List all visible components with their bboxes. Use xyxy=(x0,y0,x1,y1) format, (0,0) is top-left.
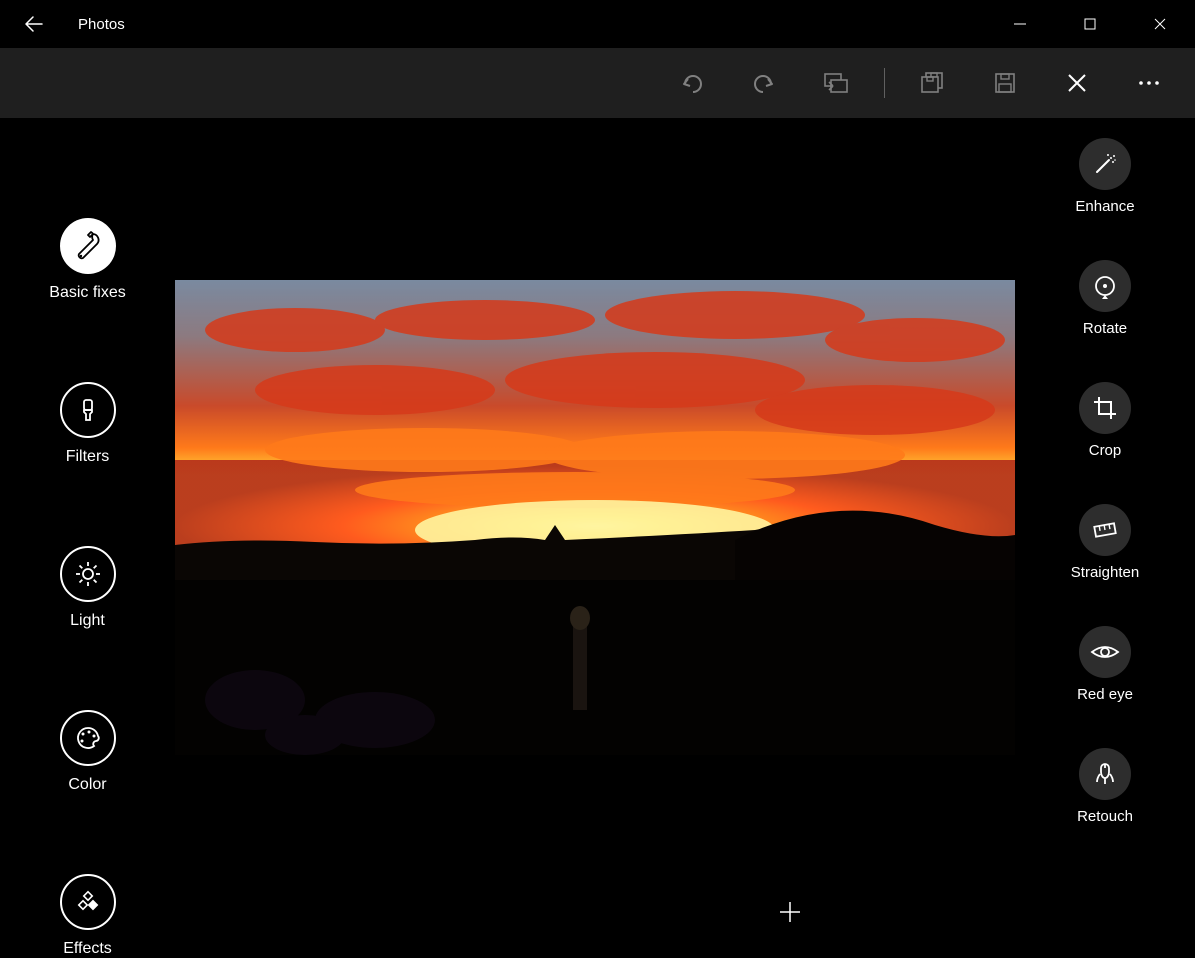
zoom-in-button[interactable] xyxy=(765,887,815,937)
save-icon xyxy=(994,72,1016,94)
palette-icon xyxy=(60,710,116,766)
app-title: Photos xyxy=(78,16,125,33)
tool-rotate[interactable]: Rotate xyxy=(1015,260,1195,337)
rotate-icon xyxy=(1079,260,1131,312)
compare-button[interactable] xyxy=(806,57,866,109)
redo-icon xyxy=(751,70,777,96)
tool-light[interactable]: Light xyxy=(0,546,175,630)
tool-label: Color xyxy=(68,776,106,794)
minimize-icon xyxy=(1014,18,1026,30)
more-button[interactable] xyxy=(1119,57,1179,109)
save-button[interactable] xyxy=(975,57,1035,109)
tool-label: Basic fixes xyxy=(49,284,125,302)
tool-label: Light xyxy=(70,612,105,630)
wand-icon xyxy=(1079,138,1131,190)
photo-canvas[interactable] xyxy=(175,118,1015,947)
tool-label: Crop xyxy=(1089,442,1122,459)
compare-icon xyxy=(823,72,849,94)
brush-icon xyxy=(60,382,116,438)
command-separator xyxy=(884,68,885,98)
tool-straighten[interactable]: Straighten xyxy=(1015,504,1195,581)
tool-enhance[interactable]: Enhance xyxy=(1015,138,1195,215)
tool-effects[interactable]: Effects xyxy=(0,874,175,958)
window-close-button[interactable] xyxy=(1125,0,1195,48)
save-copy-icon xyxy=(921,72,945,94)
window-minimize-button[interactable] xyxy=(985,0,1055,48)
maximize-icon xyxy=(1084,18,1096,30)
cancel-button[interactable] xyxy=(1047,57,1107,109)
crop-icon xyxy=(1079,382,1131,434)
sun-icon xyxy=(60,546,116,602)
tool-label: Straighten xyxy=(1071,564,1139,581)
tool-basic-fixes[interactable]: Basic fixes xyxy=(0,218,175,302)
effects-icon xyxy=(60,874,116,930)
back-arrow-icon xyxy=(24,14,44,34)
save-copy-button[interactable] xyxy=(903,57,963,109)
tool-color[interactable]: Color xyxy=(0,710,175,794)
tool-label: Retouch xyxy=(1077,808,1133,825)
undo-button[interactable] xyxy=(662,57,722,109)
tool-label: Filters xyxy=(66,448,110,466)
back-button[interactable] xyxy=(10,0,58,48)
title-bar: Photos xyxy=(0,0,1195,48)
tool-label: Effects xyxy=(63,940,112,958)
tool-label: Red eye xyxy=(1077,686,1133,703)
right-tool-sidebar: Enhance Rotate Crop xyxy=(1015,118,1195,947)
redo-button[interactable] xyxy=(734,57,794,109)
retouch-icon xyxy=(1079,748,1131,800)
tool-retouch[interactable]: Retouch xyxy=(1015,748,1195,825)
tool-crop[interactable]: Crop xyxy=(1015,382,1195,459)
close-icon xyxy=(1154,18,1166,30)
photo-image xyxy=(175,280,1015,755)
wrench-icon xyxy=(60,218,116,274)
left-tool-sidebar: Basic fixes Filters xyxy=(0,118,175,947)
tool-label: Rotate xyxy=(1083,320,1127,337)
eye-icon xyxy=(1079,626,1131,678)
x-icon xyxy=(1066,72,1088,94)
tool-label: Enhance xyxy=(1075,198,1134,215)
tool-red-eye[interactable]: Red eye xyxy=(1015,626,1195,703)
tool-filters[interactable]: Filters xyxy=(0,382,175,466)
command-bar xyxy=(0,48,1195,118)
plus-icon xyxy=(777,899,803,925)
ellipsis-icon xyxy=(1138,80,1160,86)
undo-icon xyxy=(679,70,705,96)
editor-main: Basic fixes Filters xyxy=(0,118,1195,947)
window-maximize-button[interactable] xyxy=(1055,0,1125,48)
straighten-icon xyxy=(1079,504,1131,556)
